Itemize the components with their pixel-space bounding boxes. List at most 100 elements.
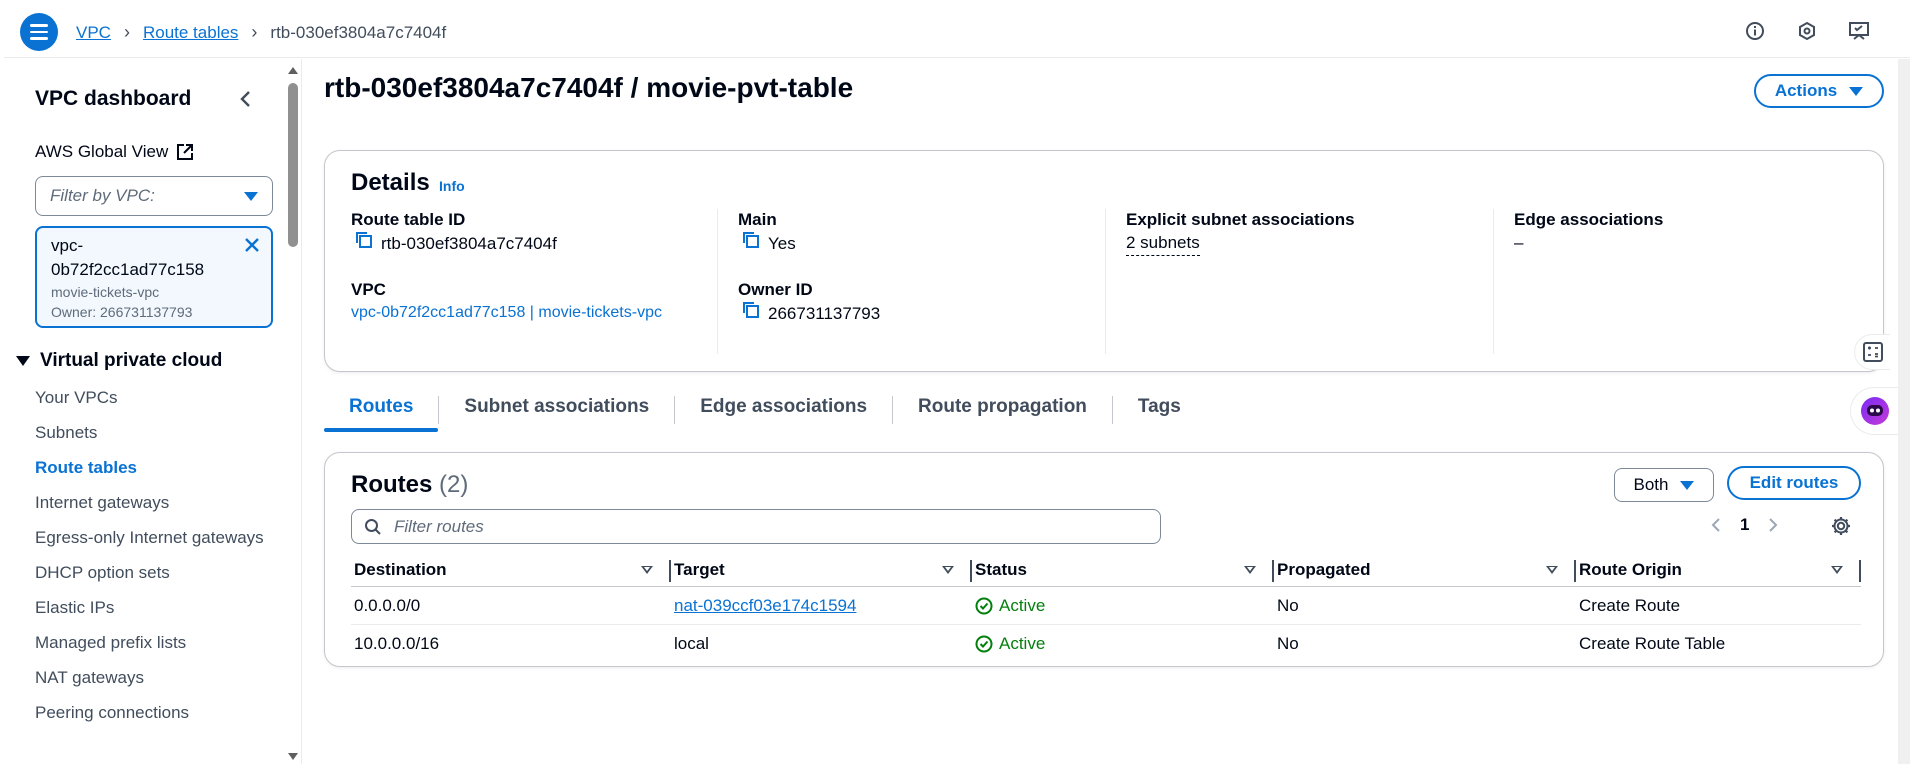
assistant-widget-button[interactable] bbox=[1850, 387, 1898, 435]
column-header-destination[interactable]: Destination bbox=[351, 553, 671, 587]
calculator-icon bbox=[1862, 342, 1883, 362]
tab-tags[interactable]: Tags bbox=[1113, 391, 1206, 428]
section-virtual-private-cloud[interactable]: Virtual private cloud bbox=[16, 350, 222, 372]
column-label: Route Origin bbox=[1579, 559, 1682, 579]
sidebar-item-peering-connections[interactable]: Peering connections bbox=[35, 700, 265, 725]
table-row: 0.0.0.0/0 nat-039ccf03e174c1594 Active N… bbox=[351, 587, 1861, 625]
success-icon bbox=[975, 635, 993, 653]
actions-button[interactable]: Actions bbox=[1754, 74, 1884, 108]
sidebar-scrollbar[interactable] bbox=[285, 59, 301, 764]
token-vpc-id: vpc-0b72f2cc1ad77c158 bbox=[51, 236, 205, 279]
cell-route-origin: Create Route bbox=[1579, 595, 1681, 615]
route-table-id-text: rtb-030ef3804a7c7404f bbox=[381, 233, 557, 253]
sidebar-item-internet-gateways[interactable]: Internet gateways bbox=[35, 490, 265, 515]
route-filter-value: Both bbox=[1633, 475, 1669, 494]
details-info-link[interactable]: Info bbox=[439, 178, 465, 194]
column-header-target[interactable]: Target bbox=[671, 553, 972, 587]
sort-icon[interactable] bbox=[1546, 565, 1558, 574]
feedback-icon[interactable] bbox=[1848, 20, 1870, 42]
top-bar: VPC › Route tables › rtb-030ef3804a7c740… bbox=[4, 4, 1910, 58]
chevron-right-icon: › bbox=[123, 22, 130, 42]
cell-propagated: No bbox=[1277, 634, 1299, 653]
edit-routes-button[interactable]: Edit routes bbox=[1727, 466, 1861, 500]
routes-panel: Routes (2) Both Edit routes 1 bbox=[324, 452, 1884, 667]
column-resizer[interactable] bbox=[1859, 559, 1861, 582]
sidebar-item-route-tables[interactable]: Route tables bbox=[35, 455, 265, 480]
breadcrumb-vpc[interactable]: VPC bbox=[76, 23, 111, 43]
owner-id-label: Owner ID bbox=[738, 280, 813, 299]
scrollbar-thumb[interactable] bbox=[288, 83, 298, 247]
sort-icon[interactable] bbox=[942, 565, 954, 574]
tab-subnet-associations[interactable]: Subnet associations bbox=[439, 391, 674, 428]
details-col-1: Route table ID rtb-030ef3804a7c7404f VPC… bbox=[351, 209, 711, 354]
remove-token-icon[interactable] bbox=[243, 236, 261, 259]
column-header-status[interactable]: Status bbox=[972, 553, 1274, 587]
filter-routes-field[interactable] bbox=[351, 509, 1161, 544]
breadcrumb-route-tables[interactable]: Route tables bbox=[143, 23, 238, 43]
sidebar-item-managed-prefix-lists[interactable]: Managed prefix lists bbox=[35, 630, 265, 655]
sidebar: VPC dashboard AWS Global View Filter by … bbox=[4, 59, 284, 764]
cell-route-origin: Create Route Table bbox=[1579, 634, 1726, 653]
aws-console-window: VPC › Route tables › rtb-030ef3804a7c740… bbox=[4, 4, 1910, 764]
main-label: Main bbox=[738, 210, 777, 229]
calculator-widget-button[interactable] bbox=[1854, 334, 1890, 370]
details-title: Details bbox=[351, 169, 430, 196]
nat-gateway-link[interactable]: nat-039ccf03e174c1594 bbox=[674, 596, 856, 616]
token-owner: Owner: 266731137793 bbox=[51, 304, 193, 320]
section-label: Virtual private cloud bbox=[40, 350, 223, 371]
vpc-filter-select[interactable]: Filter by VPC: bbox=[35, 176, 273, 216]
copy-icon[interactable] bbox=[742, 301, 760, 326]
previous-page-icon[interactable] bbox=[1710, 516, 1722, 534]
sidebar-item-egress-only-internet-gateways[interactable]: Egress-only Internet gateways bbox=[35, 525, 265, 550]
main-content: rtb-030ef3804a7c7404f / movie-pvt-table … bbox=[302, 59, 1910, 764]
main-text: Yes bbox=[768, 233, 796, 253]
copy-icon[interactable] bbox=[742, 231, 760, 256]
route-table-id-label: Route table ID bbox=[351, 210, 466, 229]
filter-routes-input[interactable] bbox=[394, 516, 1094, 537]
breadcrumb-current: rtb-030ef3804a7c7404f bbox=[270, 22, 447, 42]
scroll-down-icon[interactable] bbox=[288, 753, 298, 760]
sidebar-item-dhcp-option-sets[interactable]: DHCP option sets bbox=[35, 560, 265, 585]
aws-global-view-link[interactable]: AWS Global View bbox=[35, 142, 194, 162]
edge-associations-label: Edge associations bbox=[1514, 210, 1664, 229]
edge-associations-value: – bbox=[1514, 233, 1524, 252]
menu-button[interactable] bbox=[20, 13, 58, 51]
column-header-propagated[interactable]: Propagated bbox=[1274, 553, 1576, 587]
global-view-label: AWS Global View bbox=[35, 142, 169, 161]
sidebar-item-your-vpcs[interactable]: Your VPCs bbox=[35, 385, 265, 410]
main-value: Yes bbox=[738, 231, 1107, 256]
route-filter-select[interactable]: Both bbox=[1614, 468, 1714, 502]
routes-table: Destination Target Status Propagated Rou… bbox=[351, 553, 1861, 663]
cell-status: Active bbox=[972, 596, 1274, 616]
sidebar-title[interactable]: VPC dashboard bbox=[35, 87, 191, 111]
scroll-up-icon[interactable] bbox=[288, 67, 298, 74]
tab-routes[interactable]: Routes bbox=[324, 391, 439, 432]
tab-route-propagation[interactable]: Route propagation bbox=[893, 391, 1112, 428]
sidebar-item-subnets[interactable]: Subnets bbox=[35, 420, 265, 445]
cell-destination: 0.0.0.0/0 bbox=[354, 595, 421, 615]
gear-icon[interactable] bbox=[1830, 515, 1852, 542]
copy-icon[interactable] bbox=[355, 231, 373, 256]
subnets-link[interactable]: 2 subnets bbox=[1126, 231, 1200, 256]
top-icons bbox=[1744, 20, 1870, 42]
page-scrollbar[interactable] bbox=[1898, 59, 1910, 764]
explicit-subnet-associations-label: Explicit subnet associations bbox=[1126, 210, 1355, 229]
sort-icon[interactable] bbox=[641, 565, 653, 574]
sidebar-item-elastic-ips[interactable]: Elastic IPs bbox=[35, 595, 265, 620]
vpc-link[interactable]: vpc-0b72f2cc1ad77c158 | movie-tickets-vp… bbox=[351, 301, 681, 325]
next-page-icon[interactable] bbox=[1767, 516, 1779, 534]
sort-icon[interactable] bbox=[1244, 565, 1256, 574]
sidebar-item-nat-gateways[interactable]: NAT gateways bbox=[35, 665, 265, 690]
sidebar-nav: Your VPCs Subnets Route tables Internet … bbox=[35, 385, 265, 735]
column-label: Propagated bbox=[1277, 559, 1371, 579]
info-icon[interactable] bbox=[1744, 20, 1766, 42]
success-icon bbox=[975, 597, 993, 614]
collapse-sidebar-icon[interactable] bbox=[238, 89, 252, 114]
current-page[interactable]: 1 bbox=[1740, 515, 1749, 535]
column-header-route-origin[interactable]: Route Origin bbox=[1576, 553, 1861, 587]
sort-icon[interactable] bbox=[1831, 565, 1843, 574]
security-icon[interactable] bbox=[1796, 20, 1818, 42]
actions-label: Actions bbox=[1774, 81, 1838, 100]
tab-edge-associations[interactable]: Edge associations bbox=[675, 391, 892, 428]
search-icon bbox=[365, 518, 381, 535]
